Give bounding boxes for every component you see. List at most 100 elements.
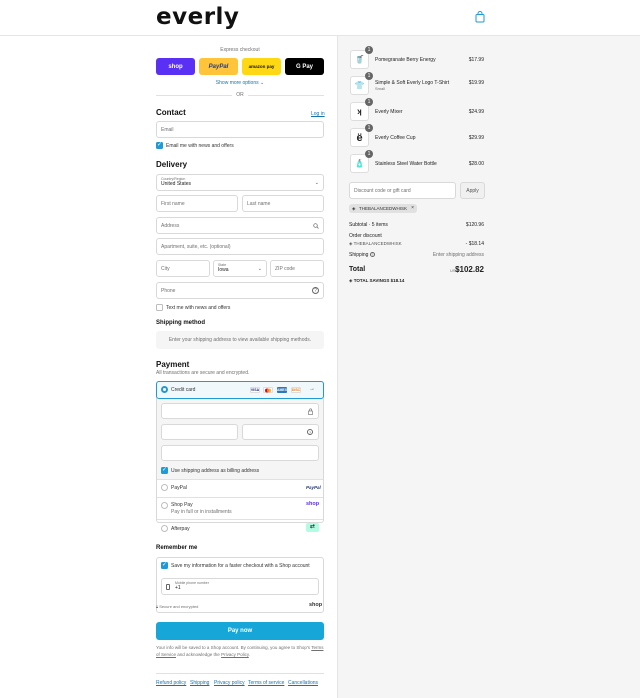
phone-placeholder: Phone bbox=[161, 287, 176, 294]
shop-pay-logo: shop bbox=[306, 501, 320, 507]
terms-of-service-footer-link[interactable]: Terms of service bbox=[248, 680, 284, 686]
pay-now-button[interactable]: Pay now bbox=[156, 622, 324, 640]
expiration-date-field[interactable] bbox=[161, 424, 238, 440]
subtotal-value: $120.96 bbox=[465, 222, 484, 228]
save-info-label: Save my information for a faster checkou… bbox=[171, 563, 310, 569]
paypal-radio[interactable] bbox=[161, 484, 168, 491]
city-field[interactable]: City bbox=[156, 260, 210, 277]
divider bbox=[157, 479, 323, 480]
shop-pay-radio[interactable] bbox=[161, 502, 168, 509]
tag-icon: ◈ bbox=[352, 206, 356, 211]
credit-card-radio[interactable] bbox=[161, 386, 168, 393]
privacy-policy-footer-link[interactable]: Privacy policy bbox=[214, 680, 245, 686]
mobile-value: +1 bbox=[175, 585, 181, 591]
cancellations-link[interactable]: Cancellations bbox=[288, 680, 318, 686]
chevron-down-icon: ⌄ bbox=[314, 180, 319, 186]
text-news-checkbox[interactable] bbox=[156, 304, 163, 311]
afterpay-logo: ⇄ bbox=[306, 523, 319, 532]
lock-icon: 🔒︎ bbox=[156, 604, 159, 609]
payment-heading: Payment bbox=[156, 360, 190, 369]
product-price: $19.99 bbox=[468, 80, 484, 86]
product-name: Everly Coffee Cup bbox=[375, 135, 416, 141]
afterpay-radio[interactable] bbox=[161, 525, 168, 532]
email-field[interactable]: Email bbox=[156, 121, 324, 138]
legal-sentence: Your info will be saved to a Shop accoun… bbox=[156, 645, 311, 650]
help-icon[interactable]: ? bbox=[307, 429, 313, 435]
billing-same-label: Use shipping address as billing address bbox=[171, 468, 260, 474]
address-field[interactable]: Address bbox=[156, 217, 324, 234]
mastercard-icon bbox=[263, 387, 273, 393]
shipping-method-heading: Shipping method bbox=[156, 320, 205, 326]
google-pay-express-button[interactable]: G Pay bbox=[285, 58, 324, 75]
country-value: United States bbox=[161, 181, 192, 187]
chevron-down-icon: ⌄ bbox=[257, 266, 262, 272]
total-savings-label: TOTAL SAVINGS bbox=[353, 278, 390, 283]
phone-field[interactable]: Phone ? bbox=[156, 282, 324, 299]
last-name-field[interactable]: Last name bbox=[242, 195, 324, 212]
payment-subtitle: All transactions are secure and encrypte… bbox=[156, 370, 250, 376]
divider bbox=[157, 497, 323, 498]
save-info-checkbox[interactable]: ✓ bbox=[161, 562, 168, 569]
shop-logo: shop bbox=[309, 602, 323, 608]
tag-icon: ◈ bbox=[349, 241, 353, 246]
discount-code-row: ◈ THEBALANCEDWHISK bbox=[349, 241, 402, 247]
country-select[interactable]: Country/Region United States ⌄ bbox=[156, 174, 324, 191]
total-savings-row: ◈ TOTAL SAVINGS $18.14 bbox=[349, 278, 404, 284]
help-icon[interactable]: ? bbox=[312, 287, 319, 294]
search-icon bbox=[313, 223, 319, 229]
express-checkout-label: Express checkout bbox=[220, 47, 260, 53]
phone-icon bbox=[166, 584, 170, 590]
amex-icon: AMEX bbox=[276, 387, 288, 393]
quantity-badge: 1 bbox=[365, 98, 373, 106]
email-news-checkbox[interactable]: ✓ bbox=[156, 142, 163, 149]
paypal-express-button[interactable]: PayPal bbox=[199, 58, 238, 75]
order-discount-label: Order discount bbox=[349, 233, 382, 239]
shipping-policy-link[interactable]: Shipping bbox=[190, 680, 209, 686]
product-price: $24.99 bbox=[468, 109, 484, 115]
help-icon[interactable]: ? bbox=[369, 252, 375, 257]
billing-same-checkbox[interactable]: ✓ bbox=[161, 467, 168, 474]
shopping-bag-icon[interactable] bbox=[475, 11, 485, 23]
quantity-badge: 1 bbox=[365, 150, 373, 158]
tag-icon: ◈ bbox=[349, 278, 353, 283]
first-name-field[interactable]: First name bbox=[156, 195, 238, 212]
apply-button[interactable]: Apply bbox=[460, 182, 485, 199]
more-cards-icon: → bbox=[309, 386, 315, 392]
address-placeholder: Address bbox=[161, 222, 180, 229]
shop-pay-label: Shop Pay bbox=[171, 502, 193, 508]
legal-text: Your info will be saved to a Shop accoun… bbox=[156, 645, 326, 658]
shipping-method-placeholder: Enter your shipping address to view avai… bbox=[156, 331, 324, 349]
security-code-field[interactable]: ? bbox=[242, 424, 319, 440]
brand-logo[interactable]: everly bbox=[156, 4, 239, 30]
discount-code-field[interactable]: Discount code or gift card bbox=[349, 182, 456, 199]
legal-and: and acknowledge the bbox=[177, 651, 220, 657]
delivery-heading: Delivery bbox=[156, 160, 188, 169]
show-more-options-link[interactable]: Show more options ⌄ bbox=[156, 80, 324, 86]
name-on-card-field[interactable] bbox=[161, 445, 319, 461]
legal-period: . bbox=[248, 651, 251, 657]
refund-policy-link[interactable]: Refund policy bbox=[156, 680, 186, 686]
total-savings-value: $18.14 bbox=[390, 278, 405, 283]
text-news-label: Text me with news and offers bbox=[166, 305, 231, 311]
contact-heading: Contact bbox=[156, 108, 186, 117]
state-select[interactable]: State Iowa ⌄ bbox=[213, 260, 267, 277]
quantity-badge: 1 bbox=[365, 46, 373, 54]
paypal-logo: PayPal bbox=[306, 485, 321, 490]
shipping-value: Enter shipping address bbox=[432, 252, 484, 258]
amazon-pay-express-button[interactable]: amazon pay bbox=[242, 58, 281, 75]
apartment-field[interactable]: Apartment, suite, etc. (optional) bbox=[156, 238, 324, 255]
quantity-badge: 1 bbox=[365, 124, 373, 132]
remember-me-heading: Remember me bbox=[156, 545, 198, 551]
product-price: $28.00 bbox=[468, 161, 484, 167]
close-icon[interactable]: × bbox=[411, 204, 414, 213]
card-number-field[interactable] bbox=[161, 403, 319, 419]
afterpay-label: Afterpay bbox=[171, 526, 190, 532]
product-name: Stainless Steel Water Bottle bbox=[375, 161, 437, 167]
product-name: Simple & Soft Everly Logo T-Shirt bbox=[375, 80, 450, 86]
shop-pay-express-button[interactable]: shop bbox=[156, 58, 195, 75]
privacy-policy-link[interactable]: Privacy Policy bbox=[221, 652, 249, 657]
mobile-phone-field[interactable]: Mobile phone number +1 bbox=[161, 578, 319, 595]
zip-field[interactable]: ZIP code bbox=[270, 260, 324, 277]
product-name: Pomegranate Berry Energy bbox=[375, 57, 436, 63]
login-link[interactable]: Log in bbox=[311, 111, 325, 117]
